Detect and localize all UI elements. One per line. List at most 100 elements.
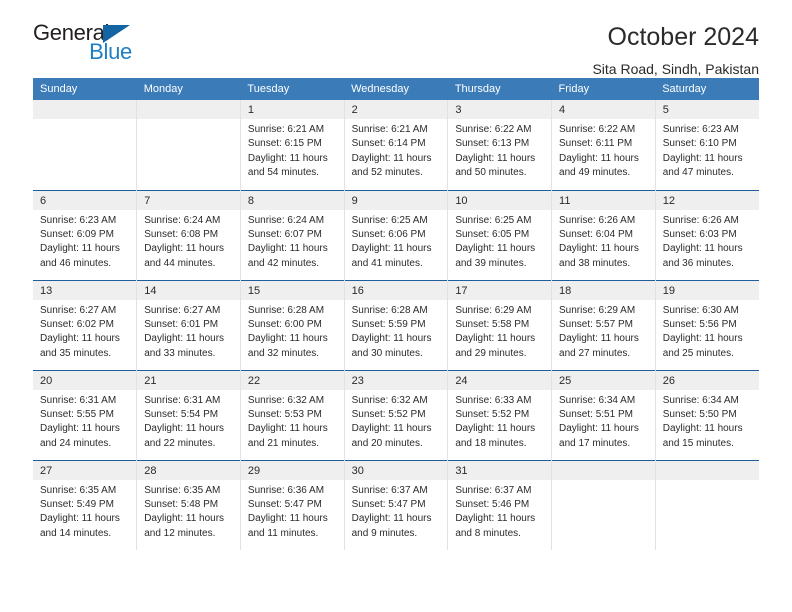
calendar-day-cell[interactable]: 31 Sunrise: 6:37 AM Sunset: 5:46 PM Dayligh… — [447, 459, 552, 550]
day-number: 5 — [655, 100, 759, 119]
calendar-day-cell[interactable]: 21 Sunrise: 6:31 AM Sunset: 5:54 PM Dayligh… — [136, 369, 241, 460]
day-detail-line: and 44 minutes. — [144, 257, 216, 269]
calendar-week-row: 1 Sunrise: 6:21 AM Sunset: 6:15 PM Daylight… — [33, 100, 759, 190]
day-detail-line: and 22 minutes. — [144, 437, 216, 449]
day-detail-line: and 36 minutes. — [662, 257, 734, 269]
day-detail-line: and 27 minutes. — [559, 347, 631, 359]
day-details: Sunrise: 6:28 AM Sunset: 5:59 PM Daylight:… — [345, 300, 448, 362]
calendar-day-cell[interactable]: 15 Sunrise: 6:28 AM Sunset: 6:00 PM Dayligh… — [239, 279, 345, 370]
day-detail-line: Daylight: 11 hours — [144, 423, 225, 435]
calendar-day-cell[interactable]: 4 Sunrise: 6:22 AM Sunset: 6:11 PM Daylight… — [551, 100, 656, 190]
day-details: Sunrise: 6:35 AM Sunset: 5:49 PM Daylight:… — [33, 480, 136, 542]
calendar-day-cell[interactable]: 10 Sunrise: 6:25 AM Sunset: 6:05 PM Dayligh… — [447, 189, 552, 280]
day-number: 11 — [552, 190, 655, 210]
calendar-day-cell[interactable]: 26 Sunrise: 6:34 AM Sunset: 5:50 PM Dayligh… — [654, 369, 759, 460]
calendar-day-cell[interactable]: 19 Sunrise: 6:30 AM Sunset: 5:56 PM Dayligh… — [654, 279, 759, 370]
day-detail-line: Sunset: 6:01 PM — [144, 318, 219, 330]
day-detail-line: Sunset: 6:14 PM — [351, 138, 426, 150]
day-number: 3 — [448, 100, 552, 119]
day-details: Sunrise: 6:27 AM Sunset: 6:02 PM Daylight:… — [33, 300, 136, 362]
day-number: 28 — [137, 460, 240, 480]
day-detail-line: and 14 minutes. — [40, 527, 112, 539]
day-details: Sunrise: 6:23 AM Sunset: 6:09 PM Daylight:… — [33, 210, 136, 272]
day-detail-line: Sunrise: 6:34 AM — [662, 394, 739, 406]
calendar-day-cell[interactable]: 2 Sunrise: 6:21 AM Sunset: 6:14 PM Daylight… — [343, 100, 448, 190]
calendar-day-cell[interactable]: 3 Sunrise: 6:22 AM Sunset: 6:13 PM Daylight… — [447, 100, 552, 190]
weekday-header-monday: Monday — [136, 78, 241, 100]
day-details: Sunrise: 6:27 AM Sunset: 6:01 PM Daylight:… — [137, 300, 240, 362]
calendar-day-cell[interactable]: 22 Sunrise: 6:32 AM Sunset: 5:53 PM Dayligh… — [239, 369, 345, 460]
day-detail-line: Sunrise: 6:22 AM — [455, 124, 532, 135]
day-number: 30 — [344, 460, 448, 480]
calendar-day-cell[interactable]: 30 Sunrise: 6:37 AM Sunset: 5:47 PM Dayligh… — [343, 459, 448, 550]
day-detail-line: Sunset: 6:03 PM — [662, 228, 737, 240]
calendar-day-cell[interactable]: 28 Sunrise: 6:35 AM Sunset: 5:48 PM Dayligh… — [136, 459, 241, 550]
day-detail-line: and 25 minutes. — [662, 347, 734, 359]
day-detail-line: Daylight: 11 hours — [662, 243, 743, 255]
day-detail-line: and 18 minutes. — [455, 437, 527, 449]
weekday-header-row: Sunday Monday Tuesday Wednesday Thursday Frid… — [33, 78, 759, 100]
calendar-day-cell[interactable]: 9 Sunrise: 6:25 AM Sunset: 6:06 PM Daylight… — [343, 189, 448, 280]
day-detail-line: and 46 minutes. — [40, 257, 112, 269]
day-detail-line: Daylight: 11 hours — [40, 243, 120, 255]
day-detail-line: Daylight: 11 hours — [559, 152, 639, 164]
calendar-day-cell[interactable]: 25 Sunrise: 6:34 AM Sunset: 5:51 PM Dayligh… — [551, 369, 656, 460]
calendar-day-cell[interactable]: 13 Sunrise: 6:27 AM Sunset: 6:02 PM Dayligh… — [33, 279, 137, 370]
day-detail-line: Sunrise: 6:23 AM — [40, 214, 117, 226]
calendar-day-cell[interactable]: 5 Sunrise: 6:23 AM Sunset: 6:10 PM Daylight… — [654, 100, 759, 190]
calendar-day-cell[interactable]: 6 Sunrise: 6:23 AM Sunset: 6:09 PM Daylight… — [33, 189, 137, 280]
day-detail-line: Sunrise: 6:28 AM — [247, 304, 325, 316]
calendar-day-cell[interactable]: 11 Sunrise: 6:26 AM Sunset: 6:04 PM Dayligh… — [551, 189, 656, 280]
day-detail-line: and 30 minutes. — [351, 347, 423, 359]
day-detail-line: Sunrise: 6:33 AM — [455, 394, 532, 406]
day-details: Sunrise: 6:22 AM Sunset: 6:13 PM Daylight:… — [448, 119, 551, 181]
day-detail-line: and 49 minutes. — [559, 167, 631, 179]
day-detail-line: Sunset: 6:13 PM — [455, 138, 530, 150]
day-detail-line: Sunset: 5:46 PM — [455, 498, 530, 510]
day-detail-line: Sunrise: 6:29 AM — [559, 304, 636, 316]
day-detail-line: and 32 minutes. — [247, 347, 320, 359]
generalblue-logo: General Blue — [33, 22, 138, 70]
day-number: 7 — [137, 190, 240, 210]
calendar-day-cell[interactable]: 17 Sunrise: 6:29 AM Sunset: 5:58 PM Dayligh… — [447, 279, 552, 370]
day-detail-line: Sunset: 6:11 PM — [559, 138, 633, 150]
calendar-empty-cell — [33, 100, 137, 190]
calendar-header-row-group: Sunday Monday Tuesday Wednesday Thursday Frid… — [33, 78, 759, 100]
calendar-day-cell[interactable]: 18 Sunrise: 6:29 AM Sunset: 5:57 PM Dayligh… — [551, 279, 656, 370]
day-details: Sunrise: 6:26 AM Sunset: 6:03 PM Daylight:… — [656, 210, 759, 272]
calendar-week-row: 20 Sunrise: 6:31 AM Sunset: 5:55 PM Dayligh… — [33, 369, 759, 460]
day-detail-line: Sunset: 6:06 PM — [351, 228, 426, 240]
day-detail-line: Sunrise: 6:27 AM — [40, 304, 117, 316]
calendar-day-cell[interactable]: 16 Sunrise: 6:28 AM Sunset: 5:59 PM Dayligh… — [343, 279, 448, 370]
day-detail-line: Sunrise: 6:25 AM — [351, 214, 428, 226]
day-details: Sunrise: 6:30 AM Sunset: 5:56 PM Daylight:… — [656, 300, 759, 362]
day-detail-line: and 50 minutes. — [455, 167, 527, 179]
logo-triangle-icon — [103, 25, 130, 43]
calendar-day-cell[interactable]: 24 Sunrise: 6:33 AM Sunset: 5:52 PM Dayligh… — [447, 369, 552, 460]
calendar-day-cell[interactable]: 12 Sunrise: 6:26 AM Sunset: 6:03 PM Dayligh… — [654, 189, 759, 280]
day-details: Sunrise: 6:31 AM Sunset: 5:55 PM Daylight:… — [33, 390, 136, 452]
calendar-day-cell[interactable]: 27 Sunrise: 6:35 AM Sunset: 5:49 PM Dayligh… — [33, 459, 137, 550]
day-detail-line: Sunset: 5:51 PM — [559, 408, 633, 420]
day-details: Sunrise: 6:25 AM Sunset: 6:05 PM Daylight:… — [448, 210, 551, 272]
day-detail-line: Sunset: 5:58 PM — [455, 318, 530, 330]
calendar-day-cell[interactable]: 7 Sunrise: 6:24 AM Sunset: 6:08 PM Daylight… — [136, 189, 241, 280]
day-detail-line: Daylight: 11 hours — [455, 243, 536, 255]
calendar-day-cell[interactable]: 20 Sunrise: 6:31 AM Sunset: 5:55 PM Dayligh… — [33, 369, 137, 460]
calendar-day-cell[interactable]: 14 Sunrise: 6:27 AM Sunset: 6:01 PM Dayligh… — [136, 279, 241, 370]
day-number: 12 — [655, 190, 759, 210]
day-number: 31 — [448, 460, 552, 480]
calendar-day-cell[interactable]: 23 Sunrise: 6:32 AM Sunset: 5:52 PM Dayligh… — [343, 369, 448, 460]
calendar-empty-cell — [654, 459, 759, 550]
day-details: Sunrise: 6:34 AM Sunset: 5:50 PM Daylight:… — [656, 390, 759, 452]
day-number — [33, 100, 137, 119]
calendar-day-cell[interactable]: 8 Sunrise: 6:24 AM Sunset: 6:07 PM Daylight… — [239, 189, 345, 280]
day-detail-line: Daylight: 11 hours — [559, 243, 639, 255]
calendar-day-cell[interactable]: 1 Sunrise: 6:21 AM Sunset: 6:15 PM Daylight… — [239, 100, 345, 190]
calendar-day-cell[interactable]: 29 Sunrise: 6:36 AM Sunset: 5:47 PM Dayligh… — [239, 459, 345, 550]
day-detail-line: Sunrise: 6:31 AM — [40, 394, 117, 406]
day-number: 23 — [344, 370, 448, 390]
day-detail-line: Sunrise: 6:27 AM — [144, 304, 221, 316]
day-detail-line: Daylight: 11 hours — [351, 423, 432, 435]
day-detail-line: Daylight: 11 hours — [247, 423, 328, 435]
